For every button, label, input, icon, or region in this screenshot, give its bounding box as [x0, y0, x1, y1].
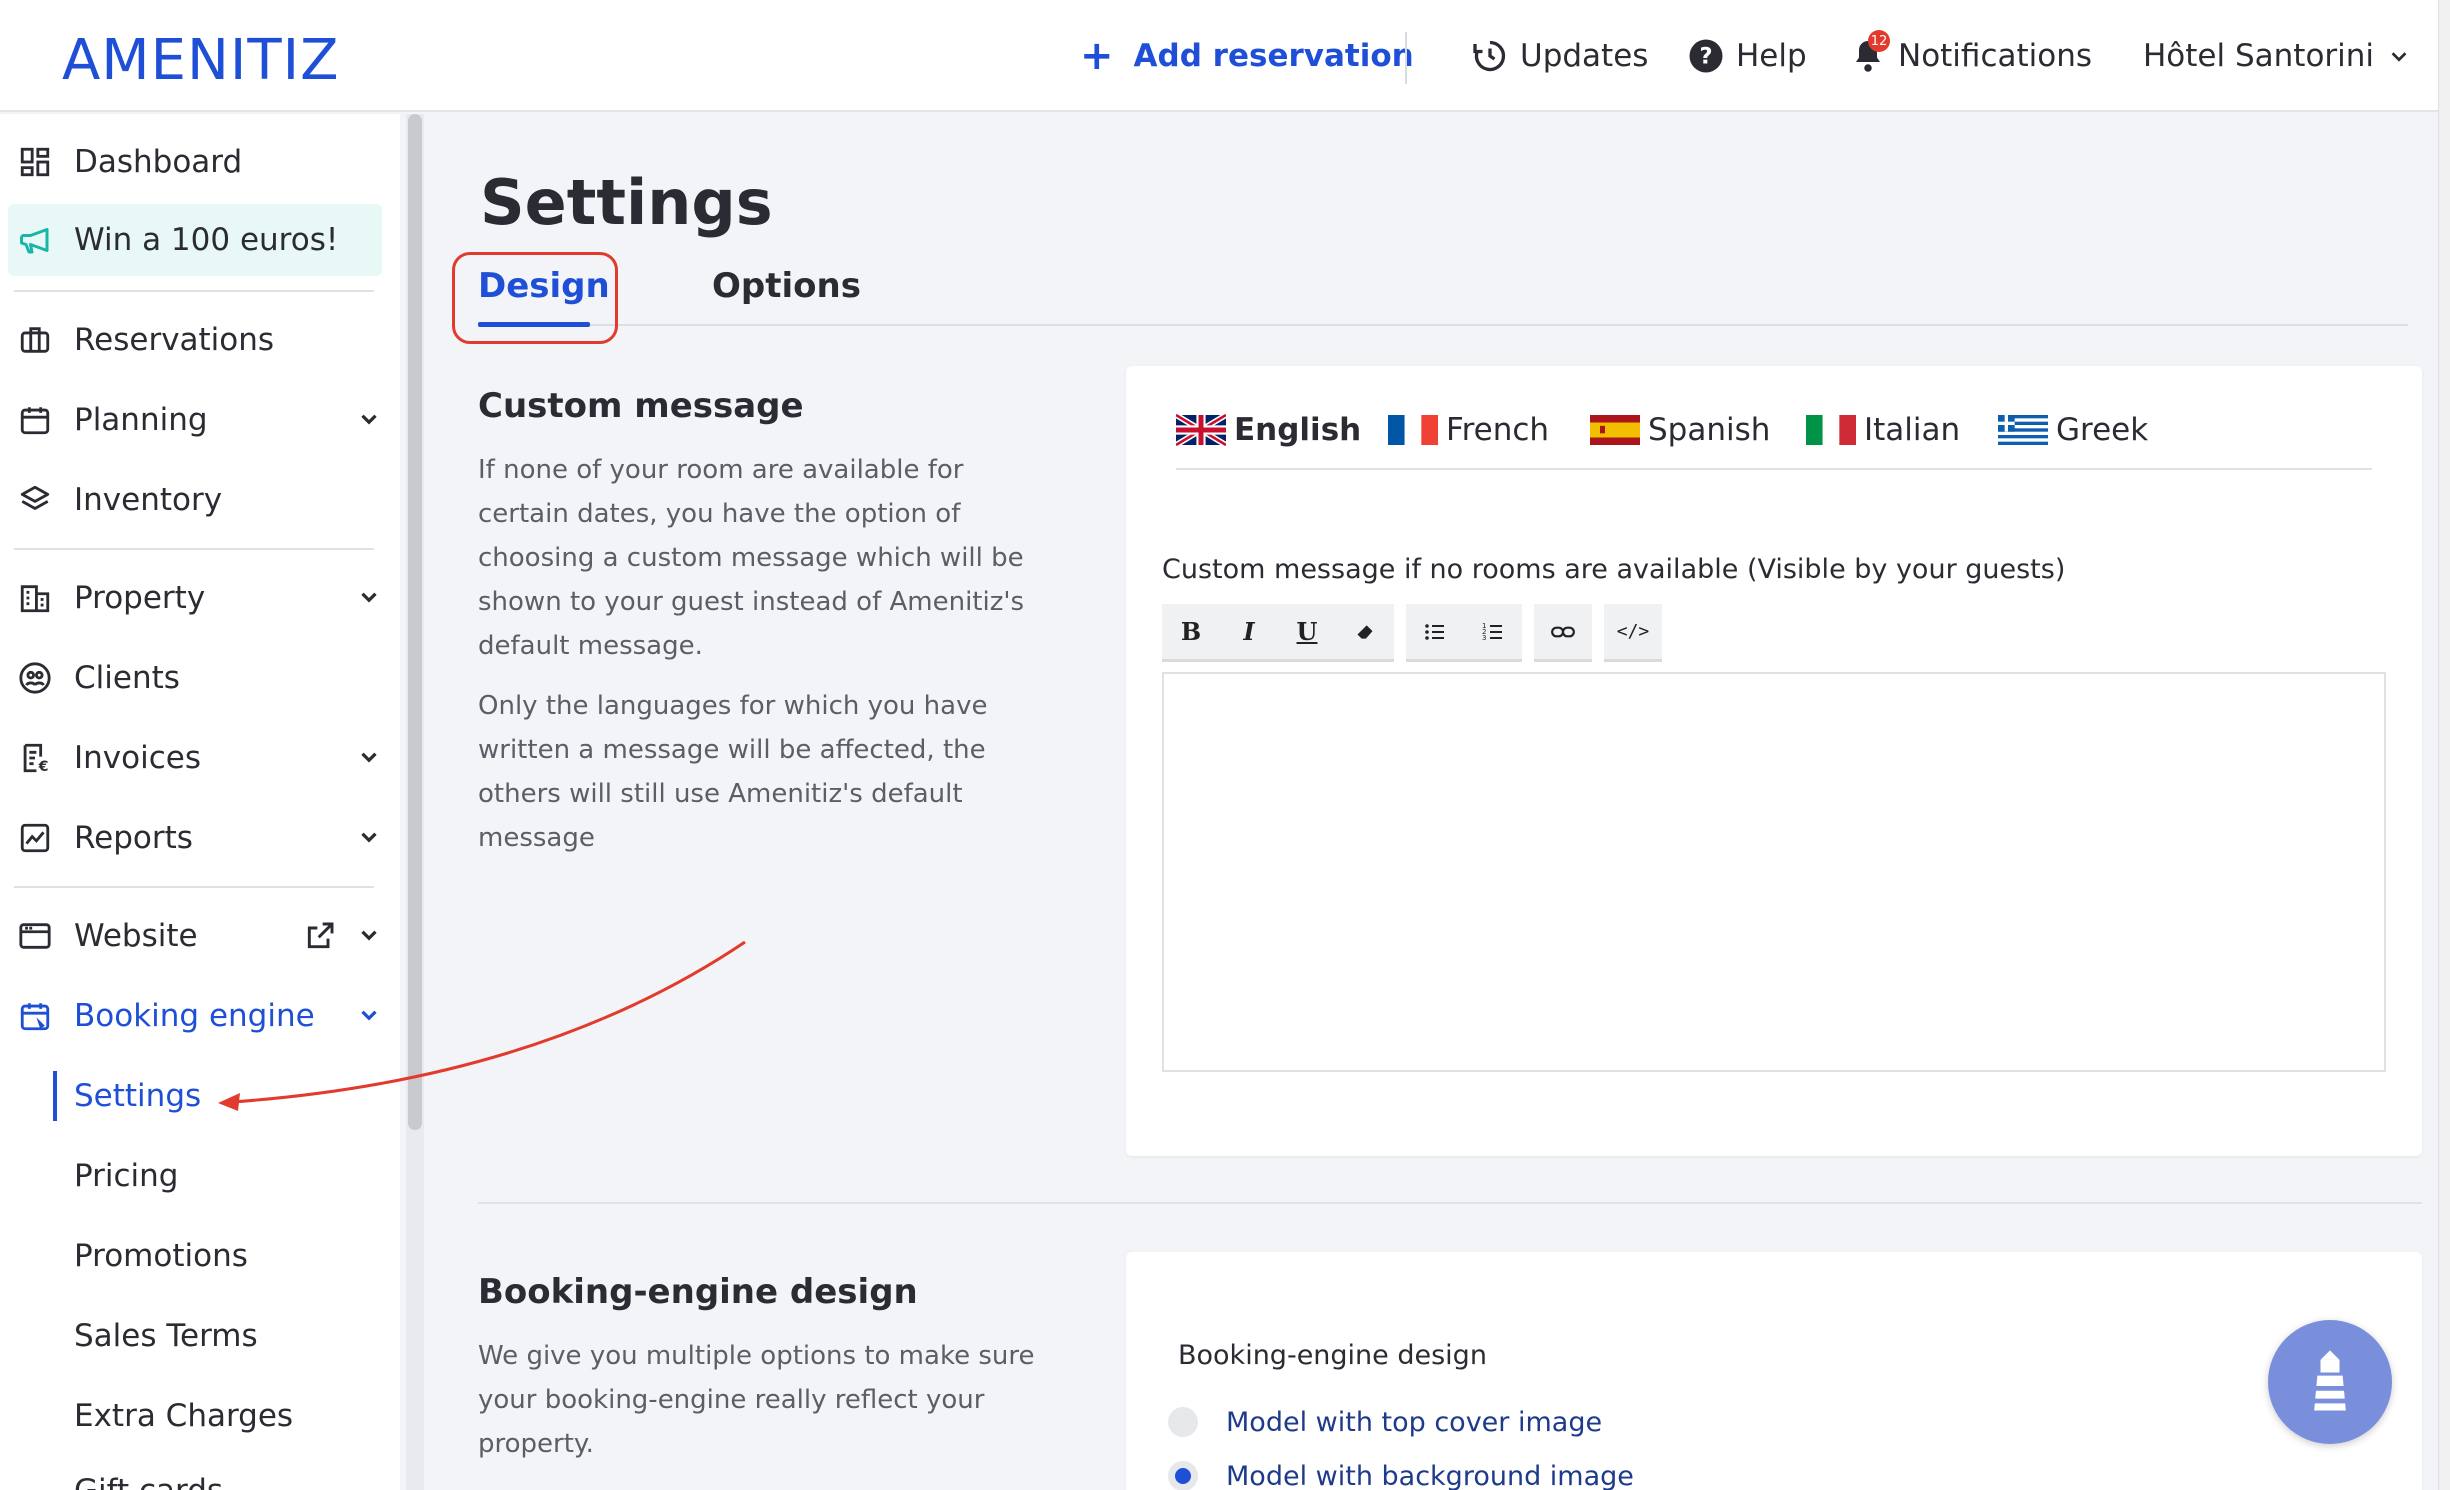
- page-scrollbar[interactable]: [2438, 0, 2450, 1490]
- annotation-arrow: [218, 940, 746, 1111]
